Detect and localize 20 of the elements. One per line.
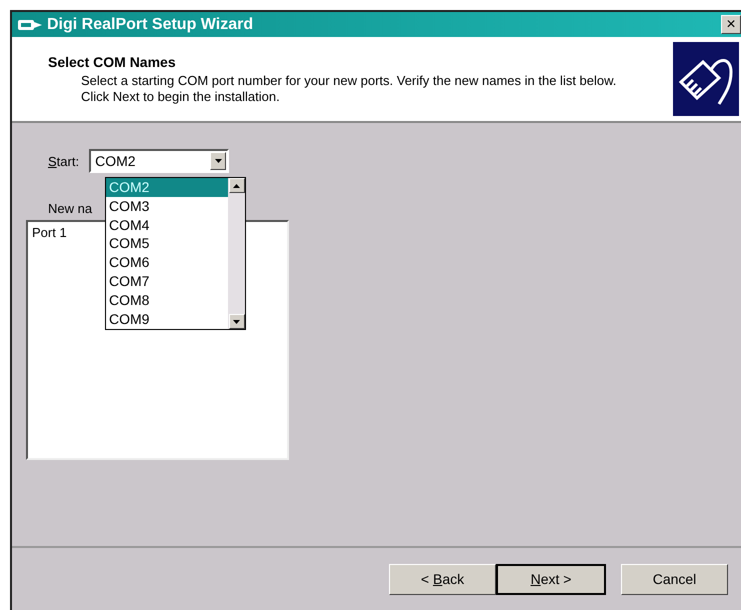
wizard-button[interactable]: Next >	[496, 564, 606, 594]
new-names-label: New na	[48, 201, 92, 216]
up-triangle-icon	[233, 184, 240, 188]
down-triangle-icon	[233, 320, 240, 324]
app-logo-icon	[18, 20, 42, 30]
dropdown-arrow-button[interactable]	[210, 152, 226, 170]
scroll-up-button[interactable]	[228, 178, 244, 193]
wizard-button[interactable]: < Back	[389, 564, 496, 594]
window-title: Digi RealPort Setup Wizard	[47, 16, 254, 34]
start-label: Start:	[48, 154, 80, 168]
page-title: Select COM Names	[48, 54, 177, 70]
scroll-down-button[interactable]	[228, 314, 244, 329]
wizard-button[interactable]: Cancel	[621, 564, 728, 594]
list-item[interactable]: Port 1	[32, 225, 67, 240]
scrollbar[interactable]	[228, 178, 245, 329]
dropdown-option[interactable]: COM2	[106, 178, 228, 197]
page-description: Select a starting COM port number for your new ports. Verify the new names in the list below. Click Next to begin the installation.	[80, 72, 618, 104]
close-button[interactable]: ×	[721, 15, 741, 34]
start-dropdown[interactable]: COM2	[89, 149, 230, 173]
down-triangle-icon	[214, 159, 222, 163]
